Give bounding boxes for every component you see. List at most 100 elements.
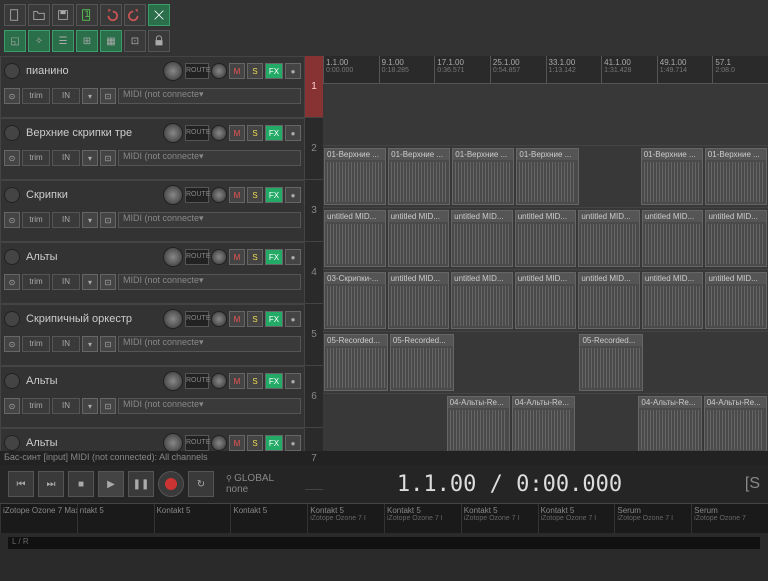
pan-knob[interactable] [211,311,227,327]
trim-btn[interactable]: trim [22,88,50,104]
mixer-slot[interactable]: Kontakt 5iZotope Ozone 7 I [307,504,384,533]
rec-arm-btn[interactable] [4,311,20,327]
monitor-btn[interactable]: ⊙ [4,398,20,414]
env-btn[interactable]: ● [285,125,301,141]
tool-5[interactable]: ▦ [100,30,122,52]
pause-btn[interactable]: ❚❚ [128,471,154,497]
track-number[interactable]: 4 [305,242,323,304]
track[interactable]: Скрипки ROUTE M S FX ● ⊙ trim IN ▾ ⊡ MID… [0,180,305,242]
midi-clip[interactable]: 04-Альты-Re... [638,396,701,451]
project-btn[interactable]: 1 [76,4,98,26]
midi-clip[interactable]: untitled MID... [388,272,450,329]
env-btn[interactable]: ● [285,249,301,265]
input-menu[interactable]: ▾ [82,398,98,414]
midi-clip[interactable]: untitled MID... [451,210,513,267]
mute-btn[interactable]: M [229,311,245,327]
rec-arm-btn[interactable] [4,435,20,451]
midi-clip[interactable]: 05-Recorded... [390,334,454,391]
in-btn[interactable]: IN [52,212,80,228]
midi-clip[interactable]: untitled MID... [642,272,704,329]
mute-btn[interactable]: M [229,373,245,389]
midi-clip[interactable]: untitled MID... [388,210,450,267]
solo-btn[interactable]: S [247,249,263,265]
fx-btn[interactable]: FX [265,125,283,141]
volume-knob[interactable] [163,185,183,205]
ruler-tick[interactable]: 57.12:08.0 [712,56,768,83]
rec-mode-btn[interactable]: ⊡ [100,212,116,228]
fx-btn[interactable]: FX [265,311,283,327]
track-name[interactable]: Альты [22,375,161,387]
in-btn[interactable]: IN [52,88,80,104]
midi-clip[interactable]: 01-Верхние ... [641,148,703,205]
lock-btn[interactable] [148,30,170,52]
trim-btn[interactable]: trim [22,212,50,228]
time-display[interactable]: 1.1.00 / 0:00.000 [278,472,741,497]
route-btn[interactable]: ROUTE [185,249,209,265]
track-lane[interactable]: 01-Верхние ...01-Верхние ...01-Верхние .… [323,146,768,208]
midi-clip[interactable]: untitled MID... [705,272,767,329]
trim-btn[interactable]: trim [22,150,50,166]
track-name[interactable]: Альты [22,251,161,263]
mute-btn[interactable]: M [229,435,245,451]
input-menu[interactable]: ▾ [82,212,98,228]
input-menu[interactable]: ▾ [82,274,98,290]
rec-arm-btn[interactable] [4,187,20,203]
mixer-slot[interactable]: Kontakt 5iZotope Ozone 7 I [461,504,538,533]
rec-arm-btn[interactable] [4,125,20,141]
arrange-btn[interactable] [148,4,170,26]
ruler-tick[interactable]: 1.1.000:00.000 [323,56,379,83]
solo-btn[interactable]: S [247,435,263,451]
automation-mode[interactable]: ⚲ GLOBALnone [226,473,274,495]
save-btn[interactable] [52,4,74,26]
track-number[interactable]: 6 [305,366,323,428]
midi-clip[interactable]: 01-Верхние ... [388,148,450,205]
rec-mode-btn[interactable]: ⊡ [100,274,116,290]
route-btn[interactable]: ROUTE [185,125,209,141]
ruler-tick[interactable]: 49.1.001:49.714 [657,56,713,83]
midi-input-select[interactable]: MIDI (not connecte▾ [118,274,301,290]
trim-btn[interactable]: trim [22,398,50,414]
mute-btn[interactable]: M [229,63,245,79]
fx-btn[interactable]: FX [265,249,283,265]
arrange-view[interactable]: 1.1.000:00.0009.1.000:18.28517.1.000:36.… [323,56,768,451]
midi-clip[interactable]: 01-Верхние ... [705,148,767,205]
env-btn[interactable]: ● [285,63,301,79]
pan-knob[interactable] [211,125,227,141]
volume-knob[interactable] [163,247,183,267]
midi-clip[interactable]: 04-Альты-Re... [512,396,575,451]
route-btn[interactable]: ROUTE [185,63,209,79]
fx-btn[interactable]: FX [265,373,283,389]
tool-4[interactable]: ⊞ [76,30,98,52]
midi-clip[interactable]: 05-Recorded... [579,334,643,391]
track-lane[interactable]: 03-Скрипки-...untitled MID...untitled MI… [323,270,768,332]
midi-clip[interactable]: 01-Верхние ... [324,148,386,205]
midi-clip[interactable]: untitled MID... [515,272,577,329]
mute-btn[interactable]: M [229,125,245,141]
track-name[interactable]: Верхние скрипки тре [22,127,161,139]
track[interactable]: Альты ROUTE M S FX ● ⊙ trim IN ▾ ⊡ MIDI … [0,242,305,304]
in-btn[interactable]: IN [52,274,80,290]
track[interactable]: пианино ROUTE M S FX ● ⊙ trim IN ▾ ⊡ MID… [0,56,305,118]
monitor-btn[interactable]: ⊙ [4,150,20,166]
solo-btn[interactable]: S [247,125,263,141]
midi-clip[interactable]: 03-Скрипки-... [324,272,386,329]
midi-clip[interactable]: 04-Альты-Re... [447,396,510,451]
track-number[interactable]: 1 [305,56,323,118]
tool-2[interactable]: ✧ [28,30,50,52]
mixer-slot[interactable]: SerumiZotope Ozone 7 I [614,504,691,533]
midi-clip[interactable]: untitled MID... [515,210,577,267]
mixer-slot[interactable]: Kontakt 5 [154,504,231,533]
monitor-btn[interactable]: ⊙ [4,274,20,290]
volume-knob[interactable] [163,123,183,143]
midi-input-select[interactable]: MIDI (not connecte▾ [118,398,301,414]
route-btn[interactable]: ROUTE [185,435,209,451]
solo-btn[interactable]: S [247,311,263,327]
track-number[interactable]: 5 [305,304,323,366]
mute-btn[interactable]: M [229,249,245,265]
monitor-btn[interactable]: ⊙ [4,336,20,352]
midi-clip[interactable]: untitled MID... [578,272,640,329]
loop-btn[interactable]: ↻ [188,471,214,497]
solo-btn[interactable]: S [247,63,263,79]
mixer-slot[interactable]: SerumiZotope Ozone 7 [691,504,768,533]
trim-btn[interactable]: trim [22,336,50,352]
